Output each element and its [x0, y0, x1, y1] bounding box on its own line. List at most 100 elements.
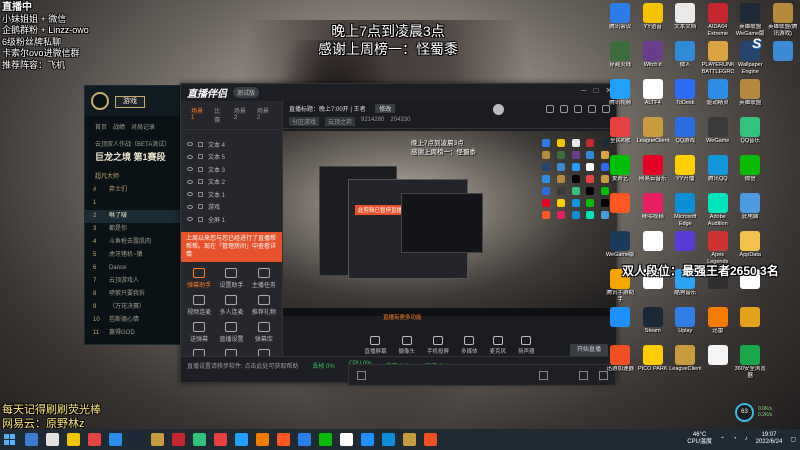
- eye-icon[interactable]: [187, 154, 193, 159]
- desktop-icon[interactable]: YY语音: [637, 3, 670, 41]
- source-item[interactable]: 游戏: [181, 201, 282, 214]
- lol-ladder-row[interactable]: 8 喷紫只要我拆: [85, 288, 188, 301]
- cpu-temp-widget[interactable]: 46°C CPU温度: [687, 432, 712, 446]
- desktop-icon[interactable]: 驱动精灵: [702, 79, 735, 117]
- taskbar-app-icon[interactable]: [151, 433, 164, 446]
- desktop-icon[interactable]: [767, 155, 800, 193]
- headset-icon[interactable]: [546, 105, 554, 113]
- desktop-icon[interactable]: [767, 79, 800, 117]
- lock-icon[interactable]: [198, 154, 203, 160]
- lol-ladder-row[interactable]: 10 芭斯德心情: [85, 314, 188, 327]
- taskbar-app-icon[interactable]: [193, 433, 206, 446]
- source-item[interactable]: 文本 1: [181, 188, 282, 201]
- source-item[interactable]: 文本 5: [181, 151, 282, 164]
- lol-ladder-row[interactable]: 4 斗鱼枪去露肌肉: [85, 236, 188, 249]
- taskbar-app-icon[interactable]: [361, 433, 374, 446]
- taskbar-app-icon[interactable]: [403, 433, 416, 446]
- desktop-icon[interactable]: ALTF4: [637, 79, 670, 117]
- desktop-icon[interactable]: LeagueClient: [637, 117, 670, 155]
- desktop-icon[interactable]: Witch it: [637, 41, 670, 79]
- desktop-icon[interactable]: [767, 193, 800, 231]
- taskbar-app-icon[interactable]: [46, 433, 59, 446]
- tool-button[interactable]: 弹幕助手: [183, 267, 215, 289]
- desktop-icon[interactable]: AIDA64 Extreme: [702, 3, 735, 41]
- desktop-icon[interactable]: PICO PARK: [637, 345, 670, 383]
- source-item[interactable]: 全屏 1: [181, 213, 282, 226]
- tool-button[interactable]: 多人连麦: [215, 294, 247, 316]
- volume-icon[interactable]: ♪: [745, 436, 748, 442]
- taskbar-app-icon[interactable]: [130, 433, 143, 446]
- desktop-icon[interactable]: PLAYERUNKNOWN'S BATTLEGROUNDS: [702, 41, 735, 79]
- desktop-icon[interactable]: [767, 41, 800, 79]
- taskbar-app-icon[interactable]: [340, 433, 353, 446]
- taskbar-app-icon[interactable]: [424, 433, 437, 446]
- taskbar-app-icon[interactable]: [88, 433, 101, 446]
- taskbar-app-icon[interactable]: [298, 433, 311, 446]
- desktop-icon[interactable]: [734, 307, 767, 345]
- taskbar-app-icon[interactable]: [235, 433, 248, 446]
- desktop-icon[interactable]: 360安全浏览器: [734, 345, 767, 383]
- source-item[interactable]: 文本 2: [181, 176, 282, 189]
- lol-ladder-row[interactable]: 7 云顶游戏人: [85, 275, 188, 288]
- desktop-icon[interactable]: 爱奇艺: [604, 155, 637, 193]
- desktop-icon[interactable]: [702, 345, 735, 383]
- notice-banner[interactable]: 上周以来您与您已经进行了直播帮帮帮。现在「管理房间」中查看详情: [181, 231, 282, 262]
- tool-button[interactable]: 弹幕库: [248, 321, 280, 343]
- desktop-icon[interactable]: LeagueClient: [669, 345, 702, 383]
- desktop-icon[interactable]: 网易云音乐: [637, 155, 670, 193]
- gift-icon[interactable]: [574, 105, 582, 113]
- message-icon[interactable]: [560, 105, 568, 113]
- maximize-icon[interactable]: □: [593, 86, 598, 95]
- lock-icon[interactable]: [198, 166, 203, 172]
- lol-play-button[interactable]: 游戏: [115, 96, 145, 108]
- lol-ladder-row[interactable]: 3 都是你: [85, 223, 188, 236]
- eye-icon[interactable]: [187, 142, 193, 147]
- desktop-icon[interactable]: QQ音乐: [734, 117, 767, 155]
- chevron-up-icon[interactable]: ⌃: [720, 436, 725, 443]
- eye-icon[interactable]: [187, 217, 193, 222]
- source-item[interactable]: 文本 4: [181, 138, 282, 151]
- lol-ladder-row[interactable]: 6 Dance: [85, 262, 188, 275]
- desktop-icon[interactable]: 全民K歌: [604, 117, 637, 155]
- lol-ladder-row[interactable]: 9 （万花决赛）: [85, 301, 188, 314]
- tab-scene-1[interactable]: 场景1: [191, 106, 206, 124]
- eye-icon[interactable]: [187, 179, 193, 184]
- desktop-icon[interactable]: 微人: [669, 41, 702, 79]
- taskbar-app-icon[interactable]: [277, 433, 290, 446]
- wifi-icon[interactable]: ◔: [733, 436, 737, 442]
- lock-icon[interactable]: [198, 191, 203, 197]
- desktop-icon[interactable]: 微信: [734, 155, 767, 193]
- clock[interactable]: 19:07 2022/6/24: [756, 432, 783, 446]
- tool-button[interactable]: 设置助手: [215, 267, 247, 289]
- taskbar-app-icon[interactable]: [256, 433, 269, 446]
- desktop-icon[interactable]: 文本文档: [669, 3, 702, 41]
- desktop-icon[interactable]: [767, 117, 800, 155]
- lock-icon[interactable]: [198, 216, 203, 222]
- more-features-link[interactable]: 直播有更多功能: [383, 313, 422, 321]
- taskbar-app-icon[interactable]: [172, 433, 185, 446]
- tab-scene-2b[interactable]: 场景2: [257, 106, 272, 124]
- source-item[interactable]: 文本 3: [181, 163, 282, 176]
- desktop-icon[interactable]: [767, 345, 800, 383]
- desktop-icon[interactable]: YY开播: [669, 155, 702, 193]
- lol-tab-home[interactable]: 首页: [95, 122, 107, 131]
- window-icon[interactable]: [357, 371, 366, 380]
- eye-icon[interactable]: [187, 192, 193, 197]
- tool-button[interactable]: 推荐礼物: [248, 294, 280, 316]
- desktop-icon[interactable]: Uplay: [669, 307, 702, 345]
- window-icon[interactable]: [579, 371, 588, 380]
- taskbar-app-icon[interactable]: [25, 433, 38, 446]
- tool-button[interactable]: 送弹幕: [183, 321, 215, 343]
- desktop-icon[interactable]: [604, 193, 637, 231]
- lol-tab-stats[interactable]: 战绩: [113, 122, 125, 131]
- desktop-icon[interactable]: 英雄联盟: [734, 79, 767, 117]
- desktop-icon[interactable]: 迅游加速器: [604, 345, 637, 383]
- desktop-icon[interactable]: QQ游戏: [669, 117, 702, 155]
- lock-icon[interactable]: [198, 204, 203, 210]
- desktop-icon[interactable]: 腾讯QQ: [702, 155, 735, 193]
- eye-icon[interactable]: [187, 204, 193, 209]
- window-icon[interactable]: [539, 371, 548, 380]
- tool-button[interactable]: 直播设置: [215, 321, 247, 343]
- edit-title-button[interactable]: 修改: [375, 104, 396, 113]
- desktop-icon[interactable]: 咪咕视频: [637, 193, 670, 231]
